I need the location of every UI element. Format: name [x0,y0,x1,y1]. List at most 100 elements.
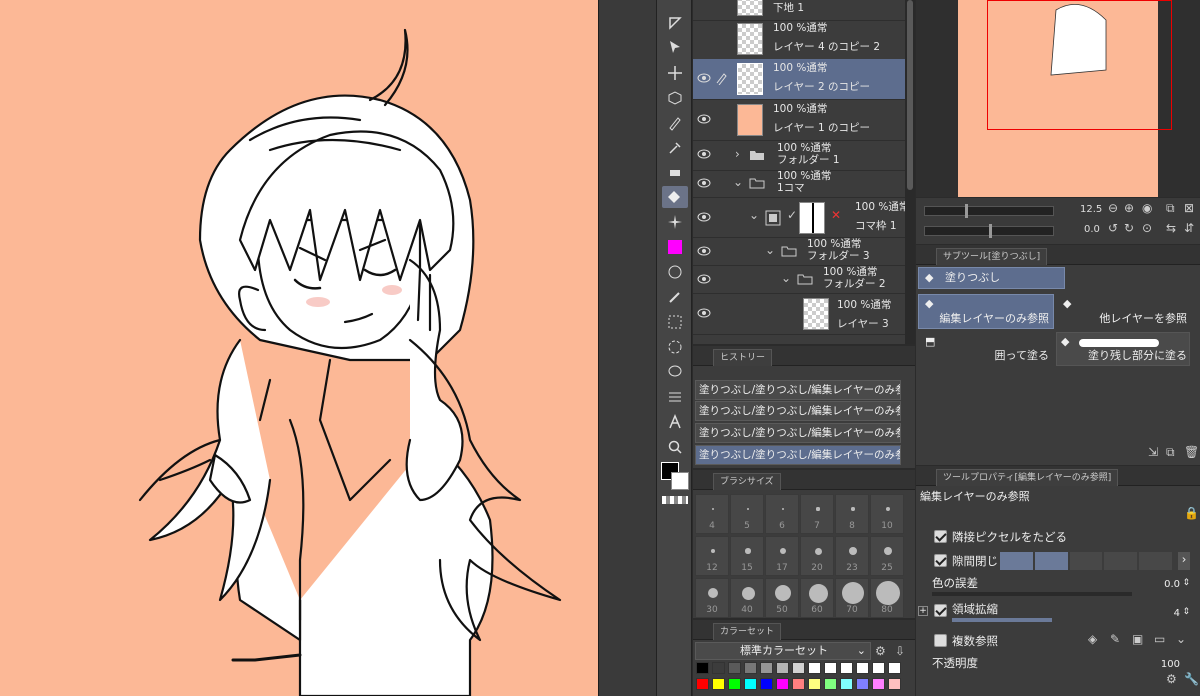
zoom-icon[interactable] [662,436,688,458]
color-swatch[interactable] [776,678,789,690]
chevron-down-icon[interactable]: ⌄ [1176,632,1186,646]
trash-icon[interactable]: 🗑 [1184,445,1199,459]
brush-size-cell[interactable]: 8 [835,494,869,534]
stepper-icon[interactable]: ⇕ [1182,578,1190,588]
brush-size-cell[interactable]: 70 [835,578,869,618]
zoom-slider[interactable] [924,204,1054,218]
history-item[interactable]: 塗りつぶし/塗りつぶし/編集レイヤーのみ参照 [695,423,901,443]
transparent-color-icon[interactable] [662,496,688,504]
plus-icon[interactable]: + [918,606,928,616]
sparkle-icon[interactable] [662,211,688,233]
subtool-edit-layer-only[interactable]: ◆ 編集レイヤーのみ参照 [918,294,1054,329]
layer-row[interactable]: 100 %通常 レイヤー 4 のコピー 2 [693,19,907,60]
rotate-left-icon[interactable]: ↺ [1108,221,1118,235]
stepper-icon[interactable]: ⇕ [1182,607,1190,617]
chevron-down-icon[interactable]: ⌄ [765,243,775,257]
folder-row[interactable]: ⌄ 100 %通常 フォルダー 3 [693,238,907,266]
color-swatch[interactable] [872,678,885,690]
brush-size-cell[interactable]: 25 [870,536,904,576]
move-icon[interactable] [662,62,688,84]
ref-layer-icon[interactable]: ▣ [1132,632,1143,646]
flip-horizontal-icon[interactable]: ⇆ [1166,221,1176,235]
flip-icon[interactable]: ⊠ [1184,201,1194,215]
adjacent-pixels-row[interactable]: 隣接ピクセルをたどる [930,526,1190,548]
brush-size-cell[interactable]: 60 [800,578,834,618]
eyedropper-icon[interactable] [662,137,688,159]
brush-size-cell[interactable]: 23 [835,536,869,576]
adjacent-pixels-checkbox[interactable] [934,530,947,543]
brush-size-tab[interactable]: ブラシサイズ [713,473,781,490]
window-icon[interactable]: ⧉ [1166,201,1175,216]
layer-scrollbar[interactable] [905,0,915,344]
text-icon[interactable] [662,411,688,433]
history-item[interactable]: 塗りつぶし/塗りつぶし/編集レイヤーのみ参照 [695,380,901,400]
marquee-icon[interactable] [662,311,688,333]
folder-row[interactable]: › 100 %通常 フォルダー 1 [693,141,907,171]
history-tab[interactable]: ヒストリー [713,349,773,366]
close-gap-row[interactable]: 隙間閉じ › [930,550,1190,572]
brush-size-cell[interactable]: 30 [695,578,729,618]
flip-vertical-icon[interactable]: ⇵ [1184,221,1194,235]
speech-balloon-icon[interactable] [662,361,688,383]
rotate-right-icon[interactable]: ↻ [1124,221,1134,235]
lock-icon[interactable]: 🔒 [1184,506,1199,520]
color-swatch[interactable] [744,678,757,690]
color-swatch[interactable] [792,662,805,674]
reset-rotation-icon[interactable]: ⊙ [1142,221,1152,235]
eye-icon[interactable] [697,178,711,188]
color-swatch[interactable] [728,662,741,674]
layer-row[interactable]: 100 %通常 レイヤー 1 のコピー [693,100,907,141]
color-swatch[interactable] [776,662,789,674]
fill-bucket-icon[interactable] [662,186,688,208]
mask-off-icon[interactable]: ✕ [831,208,841,222]
layer-row[interactable]: 100 %通常 レイヤー 3 [693,294,907,335]
zoom-out-icon[interactable]: ⊖ [1108,201,1118,215]
color-swatch[interactable] [808,662,821,674]
close-gap-checkbox[interactable] [934,554,947,567]
folder-ref-icon[interactable]: ▭ [1154,632,1165,646]
color-swatch[interactable] [728,678,741,690]
tool-property-tab[interactable]: ツールプロパティ[編集レイヤーのみ参照] [936,469,1119,486]
layer-row[interactable]: 下地 1 [693,0,907,21]
brush-size-cell[interactable]: 20 [800,536,834,576]
subtool-paint-unfilled[interactable]: ◆ 塗り残し部分に塗る [1056,332,1190,366]
color-swatch[interactable] [792,678,805,690]
brush-size-cell[interactable]: 12 [695,536,729,576]
brush-size-cell[interactable]: 7 [800,494,834,534]
layer-row-selected[interactable]: 100 %通常 レイヤー 2 のコピー [693,59,907,100]
area-scaling-slider[interactable] [952,618,1052,622]
color-swatch[interactable] [760,678,773,690]
eye-icon[interactable] [697,73,711,83]
settings-icon[interactable]: ⚙ [1166,672,1177,686]
zoom-in-icon[interactable]: ⊕ [1124,201,1134,215]
brush-size-cell[interactable]: 5 [730,494,764,534]
area-scaling-row[interactable]: + 領域拡縮 4 ⇕ [918,600,1190,622]
brush-size-cell[interactable]: 6 [765,494,799,534]
eye-icon[interactable] [697,246,711,256]
eye-icon[interactable] [697,308,711,318]
brush-size-cell[interactable]: 17 [765,536,799,576]
color-swatch[interactable] [712,678,725,690]
color-swatch[interactable] [824,678,837,690]
folder-row[interactable]: ⌄ 100 %通常 1コマ [693,170,907,198]
duplicate-icon[interactable]: ⧉ [1166,445,1175,460]
multi-ref-row[interactable]: 複数参照 ◈ ✎ ▣ ▭ ⌄ [930,630,1190,652]
color-error-slider[interactable] [932,592,1132,596]
navigator-viewport[interactable] [987,0,1172,130]
blend-icon[interactable] [662,261,688,283]
pen-icon[interactable] [662,112,688,134]
color-mix-icon[interactable] [662,236,688,258]
opacity-row[interactable]: 不透明度 100 [930,654,1190,676]
brush-size-cell[interactable]: 50 [765,578,799,618]
eye-icon[interactable] [697,114,711,124]
history-item-selected[interactable]: 塗りつぶし/塗りつぶし/編集レイヤーのみ参照 [695,445,901,465]
subtool-tab[interactable]: サブツール[塗りつぶし] [936,248,1048,265]
color-swatch[interactable] [696,662,709,674]
eraser-icon[interactable] [662,162,688,184]
navigator-panel[interactable] [916,0,1200,197]
frame-layer-row[interactable]: ⌄ ✓ ✕ 100 %通常 コマ枠 1 [693,198,909,238]
color-swatch[interactable] [856,662,869,674]
select-arrow-icon[interactable] [662,36,688,58]
import-icon[interactable]: ⇲ [1148,445,1158,459]
subtool-refer-other-layers[interactable]: ◆ 他レイヤーを参照 [1056,294,1190,329]
